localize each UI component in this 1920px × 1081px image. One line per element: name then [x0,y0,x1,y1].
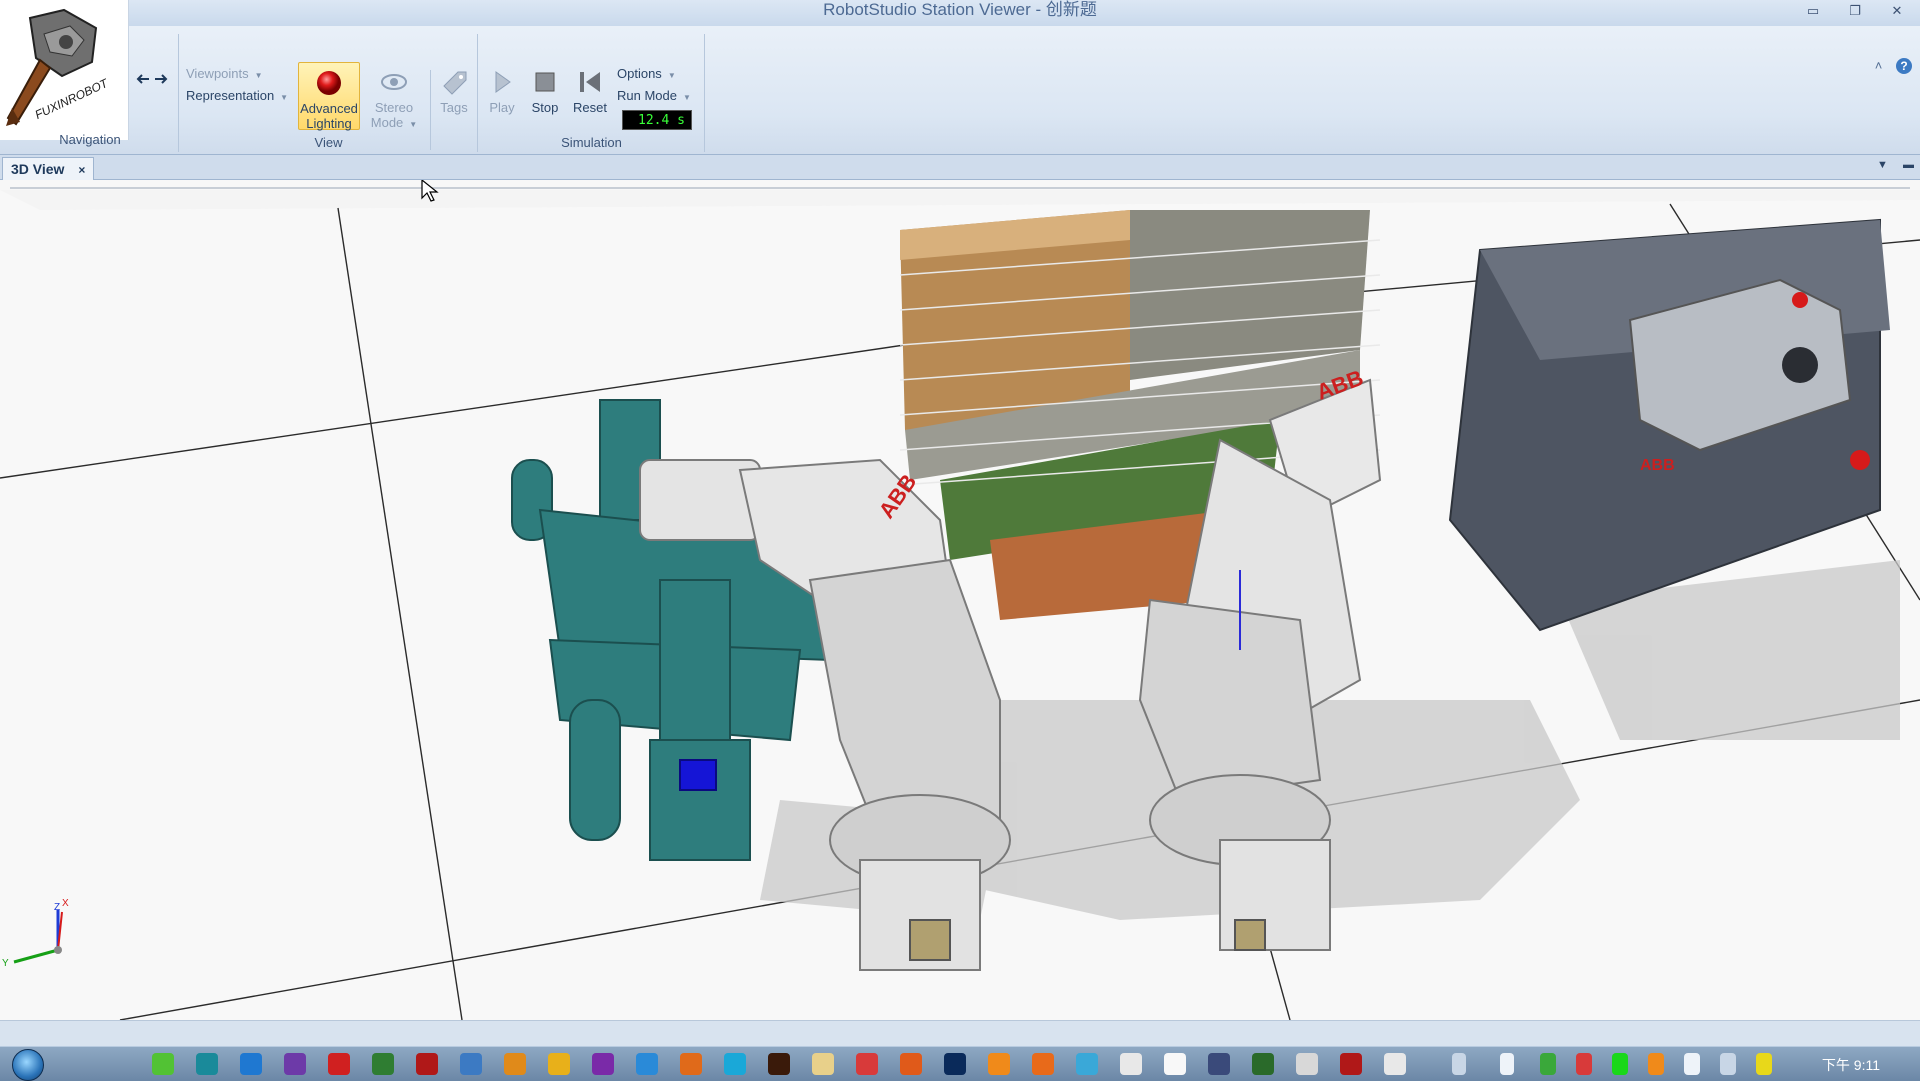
app-dark-icon[interactable] [1208,1053,1230,1075]
edge-icon[interactable] [240,1053,262,1075]
maximize-icon[interactable]: ▬ [1903,159,1914,171]
tray-network-icon[interactable] [1540,1053,1556,1075]
chevron-down-icon: ▼ [280,93,289,102]
arduino-icon[interactable] [196,1053,218,1075]
taskbar-clock[interactable]: 下午 9:11 [1822,1055,1880,1075]
play-icon [495,71,511,93]
app-orange2-icon[interactable] [1032,1053,1054,1075]
start-button[interactable] [12,1049,44,1081]
app-logo: FUXINROBOT [0,0,129,140]
settings-app-icon[interactable] [1076,1053,1098,1075]
ribbon-help: ˄ ? [1875,58,1912,74]
svg-text:ABB: ABB [1640,457,1675,474]
collapse-ribbon-icon[interactable]: ˄ [1875,58,1883,73]
tab-controls: ▼ ▬ [1877,159,1914,171]
tray-keyboard-icon[interactable] [1452,1053,1466,1075]
chevron-down-icon: ▼ [682,93,691,102]
minimize-button[interactable]: ▭ [1796,2,1830,20]
tray-orange-icon[interactable] [1648,1053,1664,1075]
3d-viewport[interactable]: ABB ABB ABB Z X Y [0,180,1920,1020]
tray-display-icon[interactable] [1720,1053,1736,1075]
help-icon[interactable]: ? [1896,58,1912,74]
simulation-group-label: Simulation [561,135,622,150]
red-sphere-icon [317,71,341,95]
vim-icon[interactable] [372,1053,394,1075]
close-button[interactable]: ✕ [1880,2,1914,20]
stereo-mode-label-1: Stereo [374,100,414,115]
advanced-lighting-button[interactable]: Advanced Lighting [298,62,360,131]
run-mode-label: Run Mode [617,88,677,103]
options-dropdown[interactable]: Options ▼ [617,66,676,81]
reset-button[interactable]: Reset [560,62,620,128]
chevron-down-icon: ▼ [254,71,263,80]
onenote-icon[interactable] [592,1053,614,1075]
mouse-cursor-icon [421,180,439,202]
axis-y-label: Y [2,958,9,969]
explorer-icon[interactable] [812,1053,834,1075]
clock-app-icon[interactable] [1296,1053,1318,1075]
notepad-icon[interactable] [1120,1053,1142,1075]
visual-studio-icon[interactable] [284,1053,306,1075]
chevron-down-icon: ▼ [409,120,418,129]
tray-mic-icon[interactable] [1500,1053,1514,1075]
music-icon[interactable] [328,1053,350,1075]
windows-taskbar: 下午 9:11 [0,1046,1920,1081]
tray-app-icon[interactable] [1576,1053,1592,1075]
app-orange-icon[interactable] [680,1053,702,1075]
view-group-label: View [314,135,343,150]
app-green-icon[interactable] [1252,1053,1274,1075]
advanced-lighting-label-1: Advanced [300,101,358,116]
robotstudio-icon[interactable] [416,1053,438,1075]
axe-logo-icon [6,8,98,126]
simulation-time-display: 12.4 s [622,110,692,130]
tag-icon [443,71,467,95]
app-red-icon[interactable] [900,1053,922,1075]
chevron-down-icon: ▼ [667,71,676,80]
feather-icon[interactable] [460,1053,482,1075]
stop-icon [535,72,555,92]
forward-arrow-icon[interactable] [154,72,168,87]
eye-icon [381,74,407,90]
document-tab-bar: 3D View × ▼ ▬ [0,155,1920,180]
browser-icon[interactable] [152,1053,174,1075]
viewpoints-dropdown[interactable]: Viewpoints ▼ [186,66,263,81]
representation-dropdown[interactable]: Representation ▼ [186,88,288,103]
tab-3d-view[interactable]: 3D View × [2,157,95,180]
station-scene: ABB ABB ABB [0,187,1920,1020]
tab-3d-view-label: 3D View [11,161,65,177]
viewpoints-label: Viewpoints [186,66,249,81]
dropdown-icon[interactable]: ▼ [1877,159,1888,171]
advanced-lighting-label-2: Lighting [306,116,352,131]
status-strip [0,1020,1920,1047]
app-yellow-icon[interactable] [988,1053,1010,1075]
stereo-mode-button[interactable]: Stereo Mode ▼ [364,62,424,130]
robotstudio2-icon[interactable] [1340,1053,1362,1075]
sublime-icon[interactable] [504,1053,526,1075]
baidu-icon[interactable] [636,1053,658,1075]
title-bar: RobotStudio Station Viewer - 创新题 ▭ ❐ ✕ [0,0,1920,26]
options-label: Options [617,66,662,81]
chrome-icon[interactable] [548,1053,570,1075]
window-title: RobotStudio Station Viewer - 创新题 [823,0,1097,19]
navigation-group-label: Navigation [59,132,121,147]
illustrator-icon[interactable] [768,1053,790,1075]
representation-label: Representation [186,88,275,103]
search-app-icon[interactable] [856,1053,878,1075]
stereo-mode-label-2: Mode [370,115,404,130]
photoshop-icon[interactable] [944,1053,966,1075]
document-icon[interactable] [1164,1053,1186,1075]
axis-x-label: X [62,898,69,909]
tray-yellow-icon[interactable] [1756,1053,1772,1075]
viewer-icon[interactable] [1384,1053,1406,1075]
axis-z-label: Z [54,902,61,913]
reset-label: Reset [573,100,607,115]
run-mode-dropdown[interactable]: Run Mode ▼ [617,88,691,103]
back-arrow-icon[interactable] [136,72,150,87]
reset-icon [580,72,600,92]
restore-button[interactable]: ❐ [1838,2,1872,20]
tray-green-icon[interactable] [1612,1053,1628,1075]
close-tab-icon[interactable]: × [78,163,85,177]
tray-volume-icon[interactable] [1684,1053,1700,1075]
player-icon[interactable] [724,1053,746,1075]
